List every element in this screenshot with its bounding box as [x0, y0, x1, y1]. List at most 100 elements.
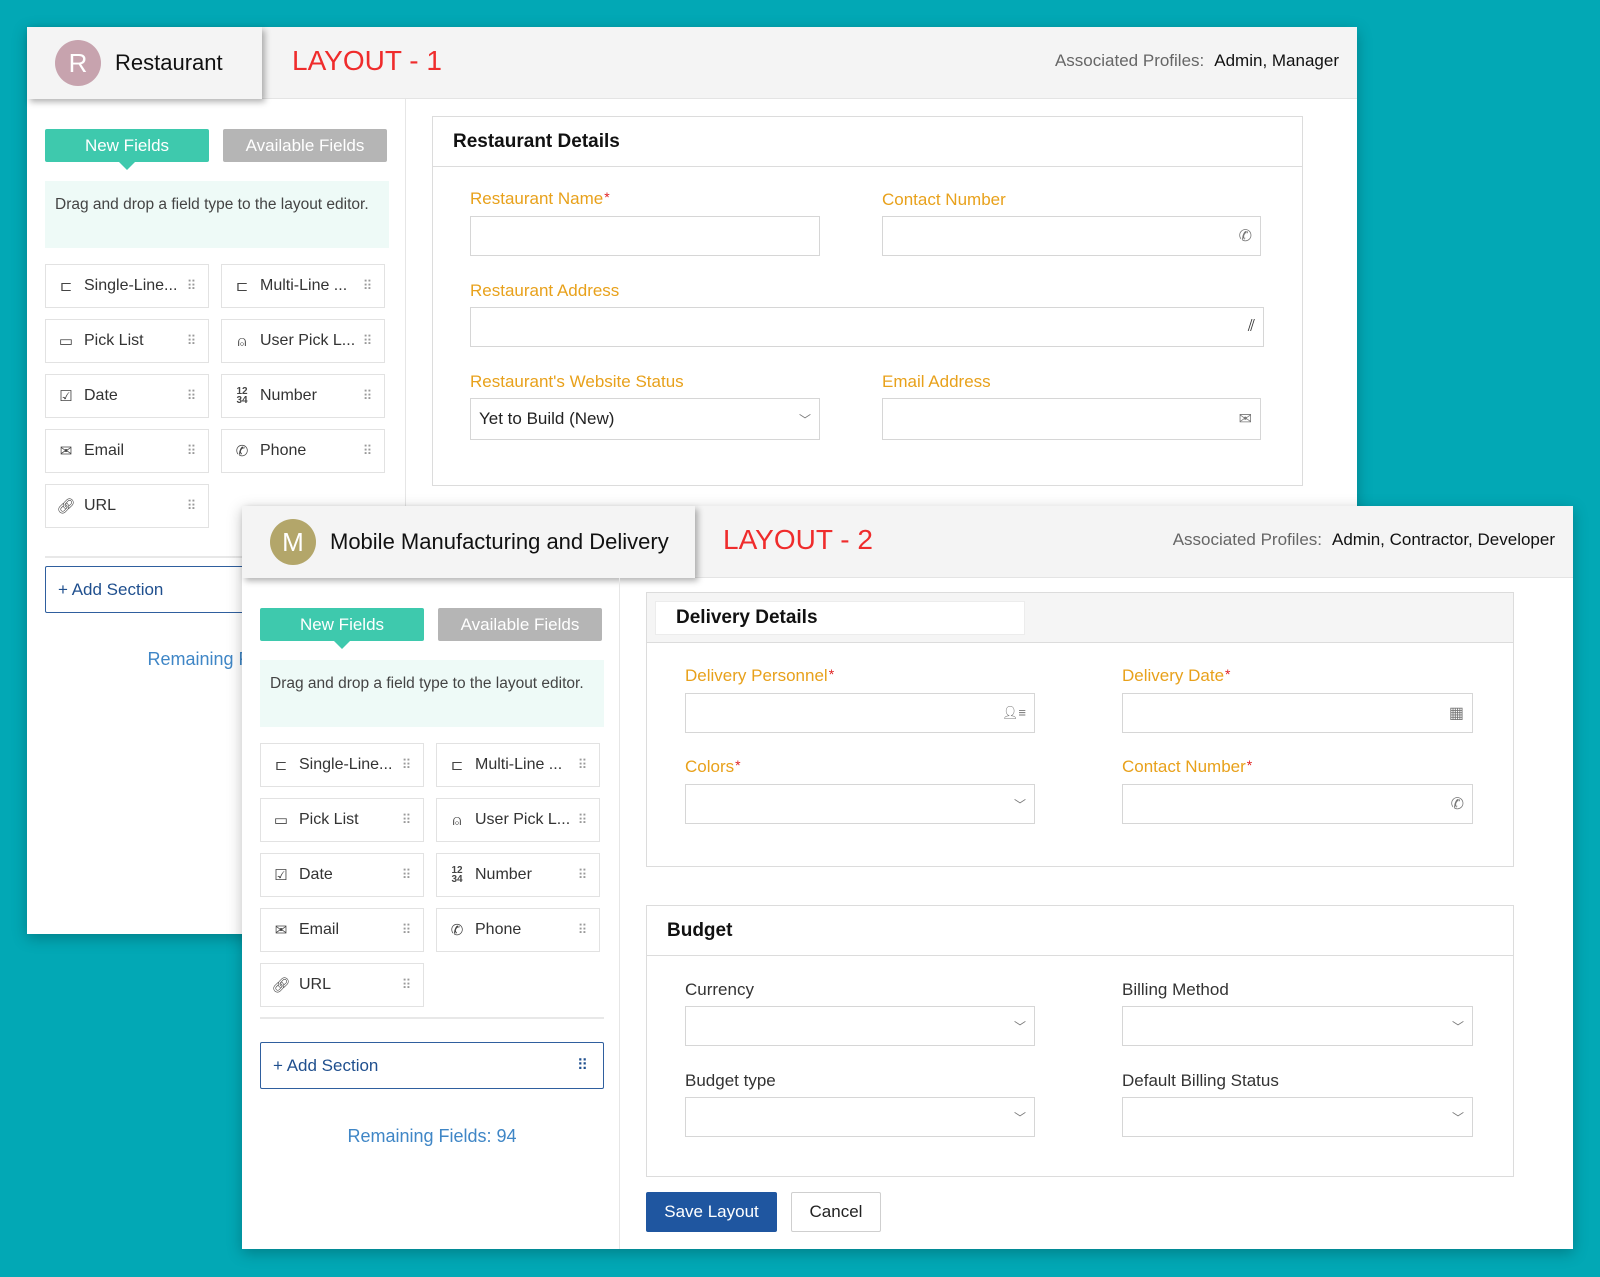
tab-new-fields[interactable]: New Fields: [45, 129, 209, 170]
field-label-restaurant-name: Restaurant Name*: [470, 189, 610, 208]
drag-handle-icon[interactable]: ⠿: [575, 868, 589, 881]
drag-handle-icon[interactable]: ⠿: [399, 923, 413, 936]
module-name: Restaurant: [115, 50, 223, 75]
layout-1-header: R Restaurant LAYOUT - 1 Associated Profi…: [27, 27, 1357, 99]
drag-handle-icon[interactable]: ⠿: [184, 279, 198, 292]
drag-handle-icon[interactable]: ⠿: [360, 279, 374, 292]
contact-number-input[interactable]: ✆: [882, 216, 1261, 256]
field-type-single-line[interactable]: ⊏ Single-Line... ⠿: [260, 743, 424, 787]
field-label-budget-type: Budget type: [685, 1071, 776, 1090]
field-type-user-pick-list[interactable]: ⍝ User Pick L... ⠿: [221, 319, 385, 363]
url-icon: 🔗︎: [56, 498, 76, 515]
drag-handle-icon[interactable]: ⠿: [575, 1058, 589, 1073]
field-type-url[interactable]: 🔗︎ URL ⠿: [45, 484, 209, 528]
phone-icon: ✆: [1238, 228, 1252, 245]
field-type-label: Pick List: [299, 811, 359, 828]
drag-handle-icon[interactable]: ⠿: [184, 389, 198, 402]
field-type-multi-line[interactable]: ⊏ Multi-Line ... ⠿: [221, 264, 385, 308]
field-type-date[interactable]: ☑ Date ⠿: [45, 374, 209, 418]
add-section-label: + Add Section: [273, 1055, 379, 1075]
field-type-single-line[interactable]: ⊏ Single-Line... ⠿: [45, 264, 209, 308]
budget-type-select[interactable]: ﹀: [685, 1097, 1035, 1137]
tab-new-fields[interactable]: New Fields: [260, 608, 424, 649]
drag-handle-icon[interactable]: ⠿: [360, 444, 374, 457]
field-type-label: Phone: [475, 921, 522, 938]
delivery-personnel-input[interactable]: 👤︎≡: [685, 693, 1035, 733]
tab-available-fields[interactable]: Available Fields: [438, 608, 602, 641]
field-type-number[interactable]: 12 34 Number ⠿: [436, 853, 600, 897]
single-line-icon: ⊏: [274, 757, 288, 774]
drag-handle-icon[interactable]: ⠿: [575, 813, 589, 826]
section-title: Budget: [647, 906, 1513, 956]
field-type-pick-list[interactable]: ▭ Pick List ⠿: [260, 798, 424, 842]
field-type-email[interactable]: ✉ Email ⠿: [45, 429, 209, 473]
delivery-date-input[interactable]: ▦: [1122, 693, 1473, 733]
drag-handle-icon[interactable]: ⠿: [360, 389, 374, 402]
chevron-down-icon: ﹀: [1013, 1019, 1026, 1034]
restaurant-address-textarea[interactable]: ⫽: [470, 307, 1264, 347]
required-marker: *: [735, 757, 741, 773]
drag-drop-hint: Drag and drop a field type to the layout…: [260, 660, 604, 727]
field-type-date[interactable]: ☑ Date ⠿: [260, 853, 424, 897]
module-tab-mobile-manufacturing[interactable]: M Mobile Manufacturing and Delivery: [242, 506, 695, 578]
layout-label: LAYOUT - 1: [292, 45, 442, 76]
email-icon: ✉: [274, 922, 288, 939]
field-label-colors: Colors*: [685, 757, 741, 776]
tab-available-fields[interactable]: Available Fields: [223, 129, 387, 162]
restaurant-name-input[interactable]: [470, 216, 820, 256]
field-type-multi-line[interactable]: ⊏ Multi-Line ... ⠿: [436, 743, 600, 787]
module-name: Mobile Manufacturing and Delivery: [330, 529, 669, 554]
drag-handle-icon[interactable]: ⠿: [399, 813, 413, 826]
phone-icon: ✆: [450, 922, 464, 939]
field-type-phone[interactable]: ✆ Phone ⠿: [436, 908, 600, 952]
pick-list-icon: ▭: [273, 812, 289, 829]
module-avatar: M: [270, 519, 316, 565]
calendar-icon[interactable]: ▦: [1449, 703, 1464, 723]
drag-handle-icon[interactable]: ⠿: [575, 923, 589, 936]
colors-select[interactable]: ﹀: [685, 784, 1035, 824]
field-type-pick-list[interactable]: ▭ Pick List ⠿: [45, 319, 209, 363]
currency-select[interactable]: ﹀: [685, 1006, 1035, 1046]
associated-profiles: Associated Profiles: Admin, Manager: [1055, 51, 1339, 71]
default-billing-status-select[interactable]: ﹀: [1122, 1097, 1473, 1137]
section-title-input[interactable]: Delivery Details: [655, 600, 1025, 635]
field-label-billing-method: Billing Method: [1122, 980, 1229, 999]
drag-handle-icon[interactable]: ⠿: [360, 334, 374, 347]
field-type-user-pick-list[interactable]: ⍝ User Pick L... ⠿: [436, 798, 600, 842]
drag-handle-icon[interactable]: ⠿: [399, 868, 413, 881]
resize-handle-icon[interactable]: ⫽: [1248, 318, 1255, 336]
field-type-list: ⊏ Single-Line... ⠿ ⊏ Multi-Line ... ⠿ ▭ Pick …: [45, 264, 391, 528]
field-type-label: User Pick L...: [260, 332, 356, 349]
add-section-button[interactable]: + Add Section ⠿: [260, 1042, 604, 1089]
drag-handle-icon[interactable]: ⠿: [184, 334, 198, 347]
field-label-website-status: Restaurant's Website Status: [470, 372, 684, 391]
field-type-number[interactable]: 12 34 Number ⠿: [221, 374, 385, 418]
field-type-email[interactable]: ✉ Email ⠿: [260, 908, 424, 952]
cancel-button[interactable]: Cancel: [791, 1192, 881, 1232]
field-type-phone[interactable]: ✆ Phone ⠿: [221, 429, 385, 473]
website-status-select[interactable]: Yet to Build (New) ﹀: [470, 398, 820, 440]
required-marker: *: [1225, 666, 1231, 682]
drag-handle-icon[interactable]: ⠿: [184, 444, 198, 457]
date-icon: ☑: [59, 388, 73, 405]
billing-method-select[interactable]: ﹀: [1122, 1006, 1473, 1046]
contact-number-input[interactable]: ✆: [1122, 784, 1473, 824]
number-icon: 12 34: [451, 865, 463, 885]
drag-handle-icon[interactable]: ⠿: [184, 499, 198, 512]
layout-canvas: Delivery Details Delivery Personnel* 👤︎≡…: [621, 578, 1573, 1249]
drag-handle-icon[interactable]: ⠿: [399, 758, 413, 771]
module-tab-restaurant[interactable]: R Restaurant: [27, 27, 262, 99]
profiles-label: Associated Profiles:: [1054, 51, 1205, 70]
save-layout-button[interactable]: Save Layout: [646, 1192, 777, 1232]
email-icon: ✉: [1238, 411, 1252, 428]
drag-handle-icon[interactable]: ⠿: [575, 758, 589, 771]
drag-handle-icon[interactable]: ⠿: [399, 978, 413, 991]
field-label-restaurant-address: Restaurant Address: [470, 281, 620, 300]
layout-2-header: M Mobile Manufacturing and Delivery LAYO…: [242, 506, 1573, 578]
field-type-url[interactable]: 🔗︎ URL ⠿: [260, 963, 424, 1007]
phone-icon: ✆: [235, 443, 249, 460]
email-address-input[interactable]: ✉: [882, 398, 1261, 440]
add-section-label: + Add Section: [58, 579, 164, 599]
date-icon: ☑: [274, 867, 288, 884]
section-restaurant-details: Restaurant Details Restaurant Name* Cont…: [432, 116, 1303, 486]
